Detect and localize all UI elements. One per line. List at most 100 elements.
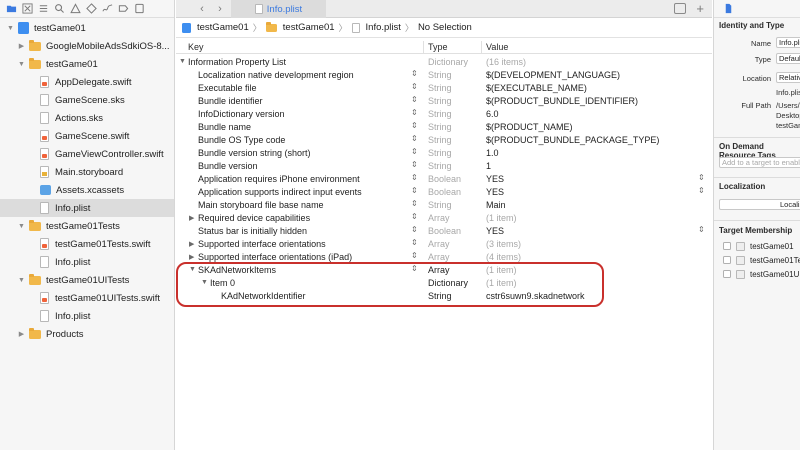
plist-value[interactable]: $(PRODUCT_BUNDLE_IDENTIFIER)	[486, 96, 638, 106]
plist-type[interactable]: String	[428, 200, 452, 210]
plist-key[interactable]: Supported interface orientations (iPad)	[198, 252, 352, 262]
plist-value[interactable]: $(DEVELOPMENT_LANGUAGE)	[486, 70, 620, 80]
plist-row[interactable]: Application requires iPhone environment ⇕…	[176, 173, 712, 186]
plist-key[interactable]: Executable file	[198, 83, 257, 93]
plist-value[interactable]: YES	[486, 174, 504, 184]
navigator-item[interactable]: testGame01Tests.swift	[0, 235, 174, 253]
value-stepper-icon[interactable]: ⇕	[698, 173, 705, 182]
disclosure-closed-icon[interactable]: ▶	[189, 253, 194, 261]
plist-row[interactable]: ▼ Information Property List Dictionary (16 …	[176, 56, 712, 69]
plist-key[interactable]: Supported interface orientations	[198, 239, 326, 249]
plist-value[interactable]: YES	[486, 187, 504, 197]
plist-value[interactable]: $(EXECUTABLE_NAME)	[486, 83, 587, 93]
plist-row[interactable]: Main storyboard file base name ⇕ String Mai…	[176, 199, 712, 212]
plist-value[interactable]: 1.0	[486, 148, 499, 158]
plist-row[interactable]: Executable file ⇕ String $(EXECUTABLE_NAME)	[176, 82, 712, 95]
type-select[interactable]: Default - Property List	[776, 53, 800, 64]
breakpoint-navigator-icon[interactable]	[117, 3, 129, 15]
plist-value[interactable]: $(PRODUCT_BUNDLE_PACKAGE_TYPE)	[486, 135, 659, 145]
plist-value[interactable]: $(PRODUCT_NAME)	[486, 122, 573, 132]
key-stepper-icon[interactable]: ⇕	[411, 121, 418, 130]
navigator-item[interactable]: GameViewController.swift	[0, 145, 174, 163]
disclosure-closed-icon[interactable]: ▶	[189, 240, 194, 248]
target-membership-item[interactable]: testGame01	[718, 240, 800, 253]
plist-type[interactable]: Dictionary	[428, 57, 468, 67]
plist-value[interactable]: 1	[486, 161, 491, 171]
plist-type[interactable]: Array	[428, 252, 450, 262]
jump-bar-selection[interactable]: No Selection	[418, 22, 472, 33]
plist-key[interactable]: Required device capabilities	[198, 213, 310, 223]
plist-value[interactable]: Main	[486, 200, 506, 210]
plist-key[interactable]: Bundle name	[198, 122, 251, 132]
navigator-item[interactable]: GameScene.swift	[0, 127, 174, 145]
plist-key[interactable]: Status bar is initially hidden	[198, 226, 307, 236]
key-stepper-icon[interactable]: ⇕	[411, 82, 418, 91]
target-membership-item[interactable]: testGame01Tests	[718, 254, 800, 267]
plist-type[interactable]: String	[428, 96, 452, 106]
value-stepper-icon[interactable]: ⇕	[698, 186, 705, 195]
plist-key[interactable]: InfoDictionary version	[198, 109, 285, 119]
column-value[interactable]: Value	[486, 42, 508, 52]
symbol-navigator-icon[interactable]	[37, 3, 49, 15]
key-stepper-icon[interactable]: ⇕	[411, 108, 418, 117]
plist-type[interactable]: Boolean	[428, 174, 461, 184]
jump-bar-group[interactable]: testGame01	[283, 22, 335, 33]
key-stepper-icon[interactable]: ⇕	[411, 147, 418, 156]
plist-value[interactable]: (3 items)	[486, 239, 521, 249]
plist-type[interactable]: String	[428, 70, 452, 80]
navigator-item[interactable]: Main.storyboard	[0, 163, 174, 181]
navigator-item[interactable]: ▼ testGame01	[0, 55, 174, 73]
disclosure-open-icon[interactable]: ▼	[6, 24, 15, 33]
key-stepper-icon[interactable]: ⇕	[411, 199, 418, 208]
issue-navigator-icon[interactable]	[69, 3, 81, 15]
navigator-item[interactable]: Info.plist	[0, 253, 174, 271]
key-stepper-icon[interactable]: ⇕	[411, 186, 418, 195]
navigator-item[interactable]: ▼ testGame01	[0, 19, 174, 37]
plist-type[interactable]: Boolean	[428, 187, 461, 197]
navigator-item[interactable]: testGame01UITests.swift	[0, 289, 174, 307]
report-navigator-icon[interactable]	[133, 3, 145, 15]
jump-bar-project[interactable]: testGame01	[197, 22, 249, 33]
plist-value[interactable]: (4 items)	[486, 252, 521, 262]
navigator-item[interactable]: ▼ testGame01Tests	[0, 217, 174, 235]
plist-type[interactable]: Boolean	[428, 226, 461, 236]
disclosure-open-icon[interactable]: ▼	[17, 60, 26, 69]
back-arrow-icon[interactable]: ‹	[196, 3, 208, 15]
plist-row[interactable]: Localization native development region ⇕ S…	[176, 69, 712, 82]
key-stepper-icon[interactable]: ⇕	[411, 225, 418, 234]
target-membership-item[interactable]: testGame01UITests	[718, 268, 800, 281]
plist-row[interactable]: ▶ Required device capabilities ⇕ Array (1 it…	[176, 212, 712, 225]
plist-key[interactable]: Bundle OS Type code	[198, 135, 285, 145]
split-editor-icon[interactable]	[674, 3, 686, 14]
target-checkbox[interactable]	[723, 256, 731, 264]
navigator-item[interactable]: AppDelegate.swift	[0, 73, 174, 91]
odr-tags-field[interactable]: Add to a target to enable	[719, 157, 800, 168]
disclosure-open-icon[interactable]: ▼	[179, 58, 186, 65]
plist-type[interactable]: String	[428, 161, 452, 171]
plist-value[interactable]: YES	[486, 226, 504, 236]
navigator-item[interactable]: ▼ testGame01UITests	[0, 271, 174, 289]
plist-key[interactable]: Information Property List	[188, 57, 286, 67]
plist-type[interactable]: String	[428, 109, 452, 119]
key-stepper-icon[interactable]: ⇕	[411, 212, 418, 221]
plist-type[interactable]: String	[428, 122, 452, 132]
navigator-item[interactable]: ▶ GoogleMobileAdsSdkiOS-8...	[0, 37, 174, 55]
plist-row[interactable]: InfoDictionary version ⇕ String 6.0	[176, 108, 712, 121]
plist-value[interactable]: (16 items)	[486, 57, 526, 67]
plist-row[interactable]: Bundle identifier ⇕ String $(PRODUCT_BUNDLE…	[176, 95, 712, 108]
plist-row[interactable]: ▶ Supported interface orientations ⇕ Array (…	[176, 238, 712, 251]
disclosure-open-icon[interactable]: ▼	[17, 222, 26, 231]
source-control-icon[interactable]	[21, 3, 33, 15]
find-navigator-icon[interactable]	[53, 3, 65, 15]
disclosure-closed-icon[interactable]: ▶	[17, 330, 26, 339]
jump-bar-file[interactable]: Info.plist	[366, 22, 401, 33]
plist-row[interactable]: Bundle version string (short) ⇕ String 1.0	[176, 147, 712, 160]
add-editor-icon[interactable]: +	[696, 1, 704, 16]
plist-row[interactable]: Application supports indirect input even…	[176, 186, 712, 199]
plist-key[interactable]: Localization native development region	[198, 70, 354, 80]
key-stepper-icon[interactable]: ⇕	[411, 238, 418, 247]
column-key[interactable]: Key	[188, 42, 204, 52]
name-field[interactable]: Info.plist	[776, 37, 800, 48]
key-stepper-icon[interactable]: ⇕	[411, 95, 418, 104]
plist-value[interactable]: (1 item)	[486, 213, 517, 223]
